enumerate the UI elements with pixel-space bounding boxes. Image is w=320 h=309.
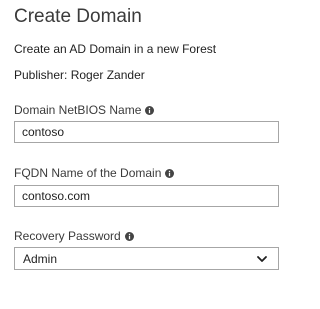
page-title: Create Domain <box>14 6 142 27</box>
page-description: Create an AD Domain in a new Forest <box>14 42 217 56</box>
netbios-label: Domain NetBIOS Name <box>14 103 142 117</box>
publisher-text: Publisher: Roger Zander <box>14 68 145 82</box>
netbios-label-row: Domain NetBIOS Name <box>14 103 155 117</box>
info-icon[interactable] <box>124 231 134 241</box>
fqdn-label: FQDN Name of the Domain <box>14 166 162 180</box>
recovery-password-selected-value: Admin <box>23 251 58 266</box>
recovery-password-dropdown[interactable]: Admin <box>14 247 279 270</box>
info-icon[interactable] <box>145 105 155 115</box>
fqdn-name-input[interactable] <box>15 186 278 206</box>
fqdn-name-field-container <box>14 185 279 207</box>
chevron-down-icon <box>257 255 267 262</box>
recovery-password-label: Recovery Password <box>14 229 121 243</box>
netbios-name-field-container <box>14 121 279 143</box>
netbios-name-input[interactable] <box>15 122 278 142</box>
fqdn-label-row: FQDN Name of the Domain <box>14 166 175 180</box>
info-icon[interactable] <box>165 168 175 178</box>
recovery-label-row: Recovery Password <box>14 229 134 243</box>
